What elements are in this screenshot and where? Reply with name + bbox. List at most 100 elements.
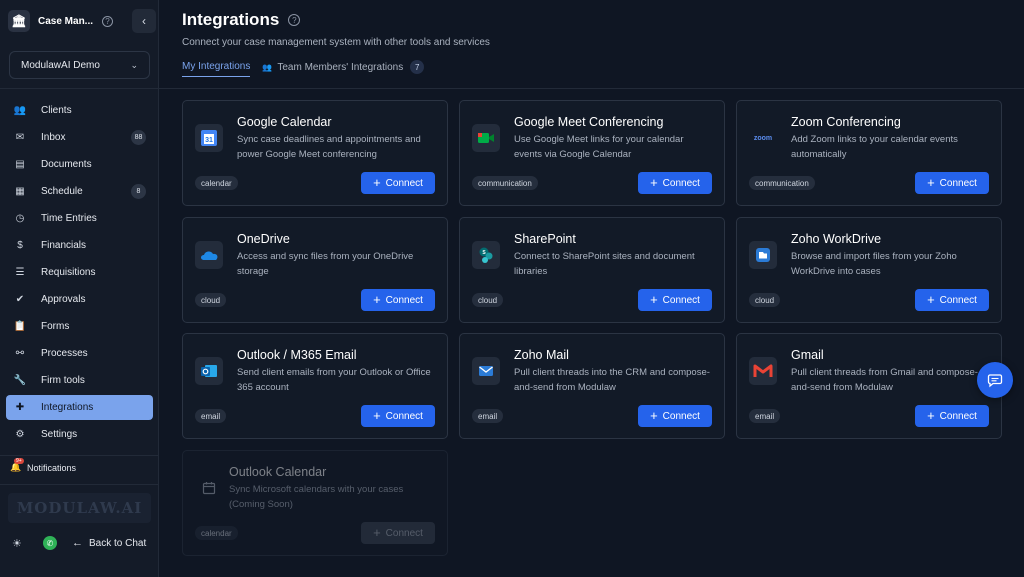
integration-card-outlook-calendar: Outlook Calendar Sync Microsoft calendar… [182, 450, 448, 556]
plus-icon: + [373, 292, 381, 307]
connect-button[interactable]: + Connect [915, 289, 989, 311]
category-tag: communication [749, 176, 815, 190]
plus-icon: + [650, 175, 658, 190]
calendar-icon [195, 474, 223, 502]
integration-card-gmail: Gmail Pull client threads from Gmail and… [736, 333, 1002, 439]
connect-button[interactable]: + Connect [915, 172, 989, 194]
notification-badge: 9+ [14, 458, 24, 464]
inbox-count-badge: 88 [131, 130, 146, 145]
connect-button[interactable]: + Connect [915, 405, 989, 427]
arrow-left-icon: ← [72, 537, 83, 549]
zoho-mail-icon [472, 357, 500, 385]
sidebar-item-financials[interactable]: $ Financials [6, 233, 153, 258]
list-icon: ☰ [15, 267, 25, 278]
connect-button[interactable]: + Connect [638, 405, 712, 427]
sidebar-item-forms[interactable]: 📋 Forms [6, 314, 153, 339]
tab-count-badge: 7 [410, 60, 425, 74]
sidebar-item-integrations[interactable]: ✚ Integrations [6, 395, 153, 420]
sidebar-item-label: Requisitions [41, 267, 96, 278]
plus-icon: + [373, 408, 381, 423]
category-tag: calendar [195, 526, 238, 540]
card-description: Add Zoom links to your calendar events a… [791, 134, 958, 160]
bell-icon: 🔔 9+ [10, 458, 24, 472]
connect-label: Connect [385, 410, 423, 422]
connect-button[interactable]: + Connect [638, 289, 712, 311]
tab-label: Team Members' Integrations [277, 61, 404, 73]
collapse-sidebar-button[interactable]: ‹ [132, 9, 156, 33]
category-tag: cloud [472, 293, 504, 307]
zoom-logo-text: zoom [753, 134, 773, 142]
plus-icon: + [373, 525, 381, 540]
sidebar-item-firm-tools[interactable]: 🔧 Firm tools [6, 368, 153, 393]
sidebar-footer: ☀ ✆ ← Back to Chat [12, 536, 146, 550]
help-icon[interactable]: ? [102, 15, 114, 27]
sidebar-item-label: Inbox [41, 132, 66, 143]
outlook-icon [195, 357, 223, 385]
integration-card-google-meet: Google Meet Conferencing Use Google Meet… [459, 100, 725, 206]
divider [0, 88, 159, 89]
plus-icon: + [373, 175, 381, 190]
theme-toggle-icon[interactable]: ☀ [12, 537, 26, 550]
connect-label: Connect [385, 527, 423, 539]
team-icon: 👥 [262, 62, 273, 72]
connect-button[interactable]: + Connect [361, 405, 435, 427]
integration-card-onedrive: OneDrive Access and sync files from your… [182, 217, 448, 323]
sidebar-item-schedule[interactable]: ▦ Schedule 8 [6, 179, 153, 204]
notifications-item[interactable]: 🔔 9+ Notifications [10, 458, 76, 474]
sharepoint-icon: S [472, 241, 500, 269]
workspace-selector[interactable]: ModulawAI Demo ⌄ [9, 51, 150, 79]
card-title: Gmail [791, 348, 824, 362]
sidebar-item-time-entries[interactable]: ◷ Time Entries [6, 206, 153, 231]
integration-card-zoho-workdrive: Zoho WorkDrive Browse and import files f… [736, 217, 1002, 323]
plus-icon: + [927, 292, 935, 307]
card-description: Send client emails from your Outlook or … [237, 367, 431, 393]
divider [0, 484, 159, 485]
sidebar-item-label: Documents [41, 159, 92, 170]
card-description: Pull client threads into the CRM and com… [514, 367, 710, 393]
connect-button[interactable]: + Connect [361, 172, 435, 194]
category-tag: cloud [749, 293, 781, 307]
card-title: OneDrive [237, 232, 290, 246]
whatsapp-icon[interactable]: ✆ [43, 536, 57, 550]
sidebar-item-label: Processes [41, 348, 88, 359]
puzzle-icon: ✚ [15, 402, 25, 413]
tabs: My Integrations 👥 Team Members' Integrat… [182, 57, 425, 77]
google-meet-icon [472, 124, 500, 152]
sidebar-item-label: Approvals [41, 294, 86, 305]
svg-text:31: 31 [205, 137, 213, 144]
gmail-icon [749, 357, 777, 385]
connect-label: Connect [662, 410, 700, 422]
category-tag: email [749, 409, 781, 423]
card-title: Google Calendar [237, 115, 332, 129]
sidebar-item-approvals[interactable]: ✔ Approvals [6, 287, 153, 312]
connect-label: Connect [939, 410, 977, 422]
sidebar-item-documents[interactable]: ▤ Documents [6, 152, 153, 177]
divider [159, 88, 1024, 89]
sidebar-item-settings[interactable]: ⚙ Settings [6, 422, 153, 447]
tab-team-integrations[interactable]: 👥 Team Members' Integrations 7 [262, 57, 425, 77]
inbox-check-icon: ✔ [15, 294, 25, 305]
connect-button[interactable]: + Connect [361, 522, 435, 544]
zoom-icon: zoom [749, 124, 777, 152]
sidebar-item-clients[interactable]: 👥 Clients [6, 98, 153, 123]
card-title: SharePoint [514, 232, 576, 246]
document-icon: ▤ [15, 159, 25, 170]
connect-button[interactable]: + Connect [638, 172, 712, 194]
sidebar-item-label: Financials [41, 240, 87, 251]
brand-watermark: MODULAW.AI [8, 493, 151, 523]
tab-my-integrations[interactable]: My Integrations [182, 57, 251, 77]
connect-button[interactable]: + Connect [361, 289, 435, 311]
sidebar-item-inbox[interactable]: ✉ Inbox 88 [6, 125, 153, 150]
sidebar-item-processes[interactable]: ⚯ Processes [6, 341, 153, 366]
app-logo[interactable]: 🏛 [8, 10, 30, 32]
card-title: Outlook Calendar [229, 465, 327, 479]
integration-card-zoho-mail: Zoho Mail Pull client threads into the C… [459, 333, 725, 439]
category-tag: email [472, 409, 504, 423]
sidebar-item-label: Forms [41, 321, 70, 332]
plus-icon: + [927, 408, 935, 423]
back-to-chat-button[interactable]: ← Back to Chat [72, 537, 146, 549]
mail-icon: ✉ [15, 132, 25, 143]
sidebar-item-requisitions[interactable]: ☰ Requisitions [6, 260, 153, 285]
chat-button[interactable] [977, 362, 1013, 398]
help-icon[interactable]: ? [288, 14, 301, 26]
